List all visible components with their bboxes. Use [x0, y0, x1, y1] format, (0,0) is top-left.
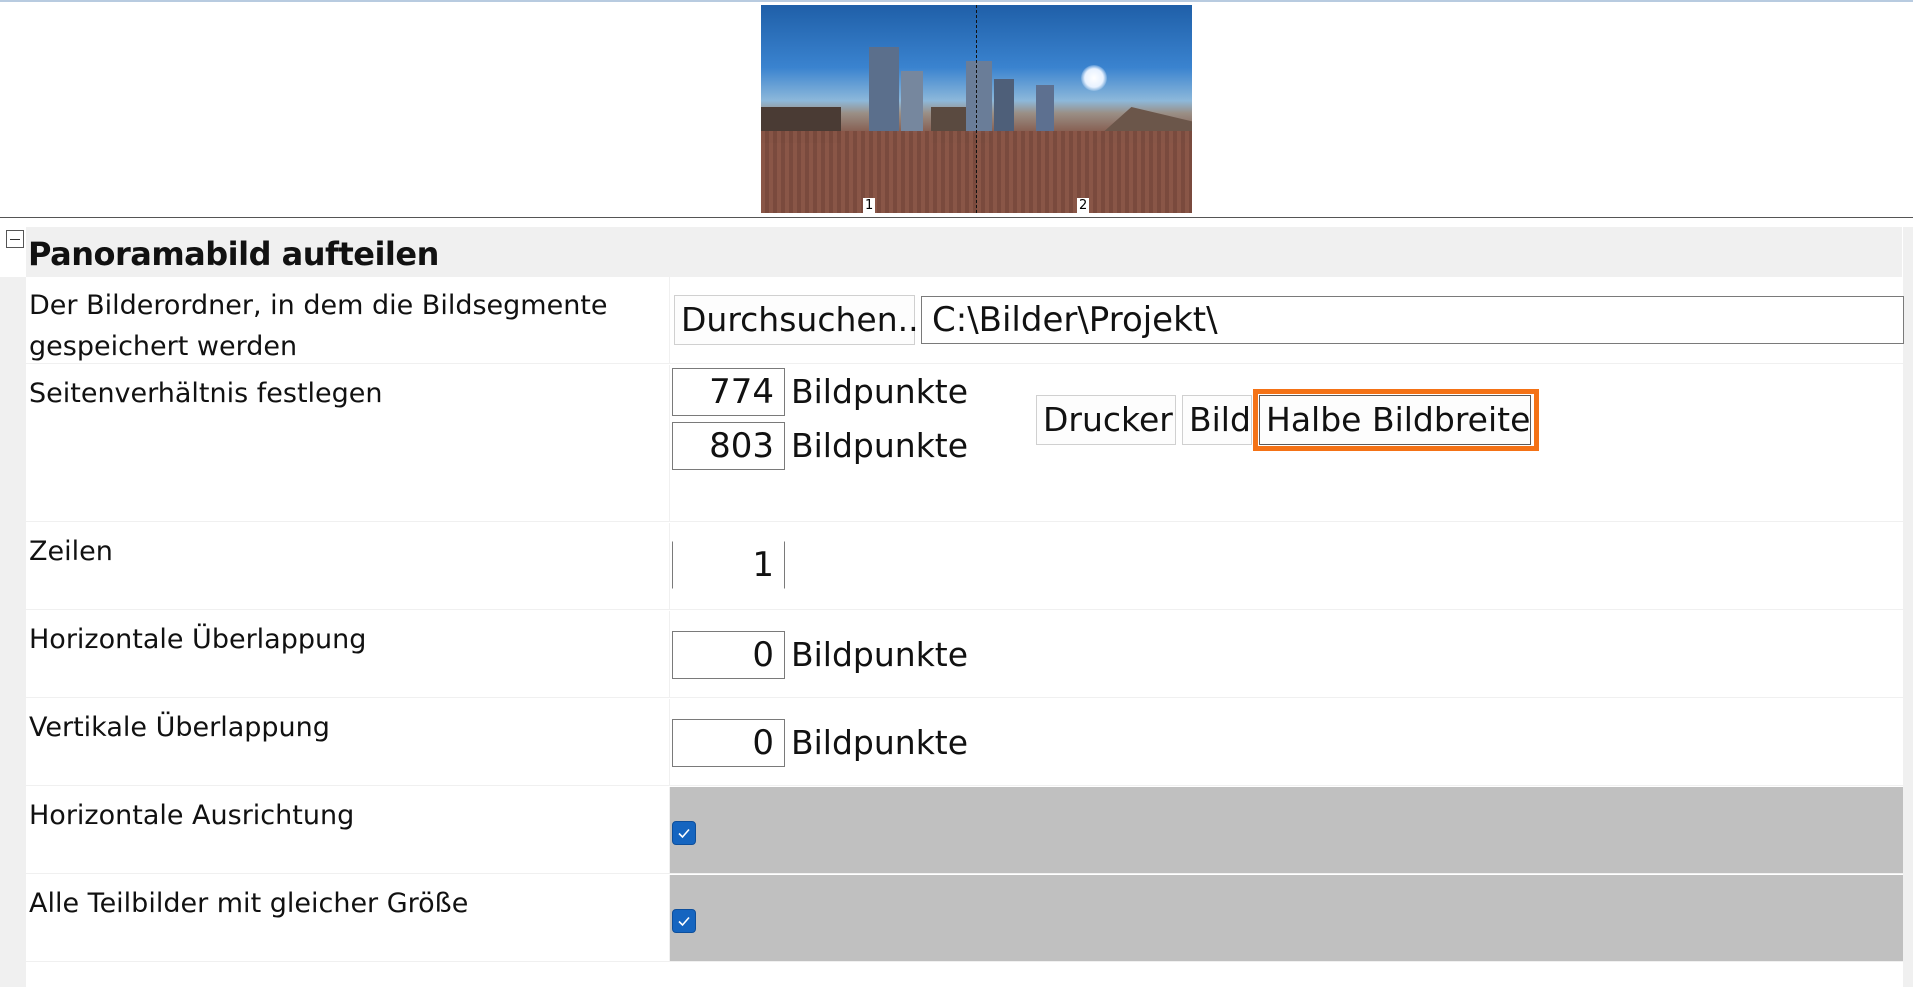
vertical-overlap-input[interactable]: 0: [672, 719, 785, 767]
width-unit: Bildpunkte: [791, 372, 969, 411]
property-value-zeilen: 1: [669, 523, 1903, 609]
collapse-icon[interactable]: [6, 230, 24, 248]
property-label-zeilen: Zeilen: [29, 536, 113, 567]
building: [966, 61, 992, 133]
property-value-horizontal-alignment: [669, 787, 1903, 873]
property-value-horizontal-overlap: 0 Bildpunkte: [669, 611, 1903, 697]
property-row-horizontal-overlap: Horizontale Überlappung 0 Bildpunkte: [26, 611, 1903, 698]
grid-left-margin: [0, 277, 26, 987]
property-label-horizontal-alignment: Horizontale Ausrichtung: [29, 800, 355, 831]
height-input[interactable]: 803: [672, 422, 785, 470]
building: [901, 71, 923, 133]
horizontal-alignment-checkbox[interactable]: [672, 821, 696, 845]
property-row-folder: Der Bilderordner, in dem die Bildsegment…: [26, 277, 1904, 364]
same-size-checkbox[interactable]: [672, 909, 696, 933]
property-value-aspect: 774 Bildpunkte 803 Bildpunkte Drucker Bi…: [669, 365, 1903, 521]
property-label-horizontal-overlap: Horizontale Überlappung: [29, 624, 367, 655]
printer-button[interactable]: Drucker: [1036, 395, 1176, 445]
grid-scroll-gutter: [1903, 227, 1913, 987]
rows-input[interactable]: 1: [672, 541, 785, 589]
sun-graphic: [1081, 65, 1107, 91]
vertical-overlap-unit: Bildpunkte: [791, 723, 969, 762]
panorama-preview-image: 1 2: [761, 5, 1192, 213]
property-value-vertical-overlap: 0 Bildpunkte: [669, 699, 1903, 785]
property-label-aspect: Seitenverhältnis festlegen: [29, 378, 383, 409]
property-label-folder: Der Bilderordner, in dem die Bildsegment…: [29, 290, 608, 362]
property-row-same-size: Alle Teilbilder mit gleicher Größe: [26, 875, 1903, 962]
browse-button[interactable]: Durchsuchen...: [674, 295, 929, 345]
property-grid: Panoramabild aufteilen Der Bilderordner,…: [0, 227, 1913, 987]
property-row-horizontal-alignment: Horizontale Ausrichtung: [26, 787, 1903, 874]
property-row-aspect: Seitenverhältnis festlegen 774 Bildpunkt…: [26, 365, 1903, 522]
check-icon: [678, 828, 690, 839]
horizontal-overlap-unit: Bildpunkte: [791, 635, 969, 674]
segment-divider: [976, 5, 977, 213]
highlight-frame: [1253, 389, 1539, 451]
building: [869, 47, 899, 133]
height-unit: Bildpunkte: [791, 426, 969, 465]
panorama-preview-area: 1 2: [0, 2, 1913, 218]
building: [994, 79, 1014, 133]
property-row-zeilen: Zeilen 1: [26, 523, 1903, 610]
folder-path-field[interactable]: C:\Bilder\Projekt\: [921, 296, 1904, 344]
property-value-same-size: [669, 875, 1903, 961]
width-input[interactable]: 774: [672, 368, 785, 416]
segment-label-1: 1: [863, 198, 876, 213]
property-value-folder: Durchsuchen... C:\Bilder\Projekt\: [669, 277, 1904, 363]
property-label-vertical-overlap: Vertikale Überlappung: [29, 712, 330, 743]
property-label-same-size: Alle Teilbilder mit gleicher Größe: [29, 888, 469, 919]
building: [1036, 85, 1054, 133]
property-row-vertical-overlap: Vertikale Überlappung 0 Bildpunkte: [26, 699, 1903, 786]
image-button[interactable]: Bild: [1182, 395, 1252, 445]
check-icon: [678, 916, 690, 927]
segment-label-2: 2: [1077, 198, 1090, 213]
horizontal-overlap-input[interactable]: 0: [672, 631, 785, 679]
category-title: Panoramabild aufteilen: [28, 235, 439, 273]
